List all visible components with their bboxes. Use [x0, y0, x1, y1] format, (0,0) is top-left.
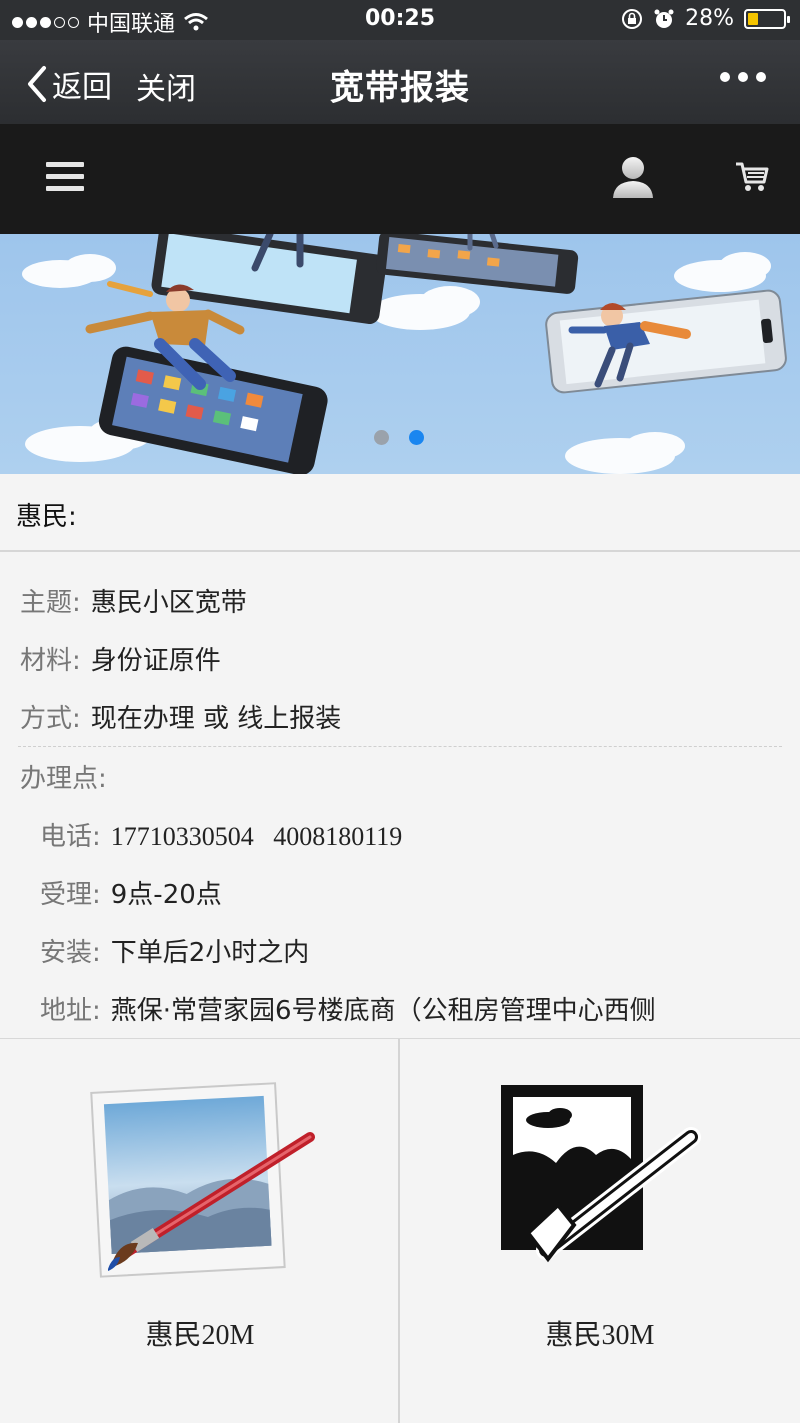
product-card-20m[interactable]: 惠民20M — [0, 1039, 400, 1423]
photo-paint-icon — [90, 1082, 315, 1278]
info-office: 办理点: — [20, 758, 107, 795]
section-header: 惠民: — [0, 474, 800, 552]
info-address: 地址: 燕保·常营家园6号楼底商（公租房管理中心西侧 — [40, 990, 656, 1027]
topic-value: 惠民小区宽带 — [90, 588, 247, 618]
method-value: 现在办理 或 线上报装 — [90, 704, 342, 734]
address-value: 燕保·常营家园6号楼底商（公租房管理中心西侧 — [110, 996, 656, 1026]
cart-icon[interactable] — [734, 160, 770, 194]
info-method: 方式: 现在办理 或 线上报装 — [20, 698, 341, 735]
image-edit-icon — [501, 1085, 701, 1263]
info-topic: 主题: 惠民小区宽带 — [20, 582, 247, 619]
battery-percent: 28% — [685, 6, 734, 31]
page-title: 宽带报装 — [330, 68, 470, 108]
info-material: 材料: 身份证原件 — [20, 640, 221, 677]
phone-value[interactable]: 17710330504 4008180119 — [111, 822, 403, 851]
material-label: 材料: — [20, 646, 81, 676]
product-grid: 惠民20M 惠民30M — [0, 1038, 800, 1423]
browser-nav-bar: 返回 关闭 宽带报装 — [0, 40, 800, 124]
status-right: 28% — [621, 6, 790, 31]
install-label: 安装: — [40, 938, 101, 968]
phone-label: 电话: — [40, 822, 101, 852]
more-options-icon[interactable] — [720, 72, 766, 82]
address-label: 地址: — [40, 996, 101, 1026]
site-header — [0, 124, 800, 234]
install-value: 下单后2小时之内 — [110, 938, 310, 968]
pager-dot-active[interactable] — [409, 430, 424, 445]
info-phone: 电话: 17710330504 4008180119 — [40, 816, 402, 853]
alarm-icon — [654, 9, 674, 28]
pager-dot[interactable] — [374, 430, 389, 445]
info-hours: 受理: 9点-20点 — [40, 874, 222, 911]
status-bar: 中国联通 00:25 28% — [0, 0, 800, 40]
office-label: 办理点: — [20, 764, 107, 794]
product-card-30m[interactable]: 惠民30M — [400, 1039, 800, 1423]
hours-label: 受理: — [40, 880, 101, 910]
menu-icon[interactable] — [46, 162, 84, 198]
hours-value: 9点-20点 — [110, 880, 222, 910]
battery-icon — [744, 8, 790, 29]
user-icon[interactable] — [610, 154, 656, 200]
info-install: 安装: 下单后2小时之内 — [40, 932, 309, 969]
divider — [18, 746, 782, 747]
product-name: 惠民20M — [145, 1320, 255, 1351]
method-label: 方式: — [20, 704, 81, 734]
topic-label: 主题: — [20, 588, 81, 618]
rotation-lock-icon — [622, 8, 643, 29]
material-value: 身份证原件 — [90, 646, 221, 676]
section-title: 惠民: — [16, 502, 77, 532]
banner-pager — [374, 430, 424, 445]
product-name: 惠民30M — [545, 1320, 655, 1351]
